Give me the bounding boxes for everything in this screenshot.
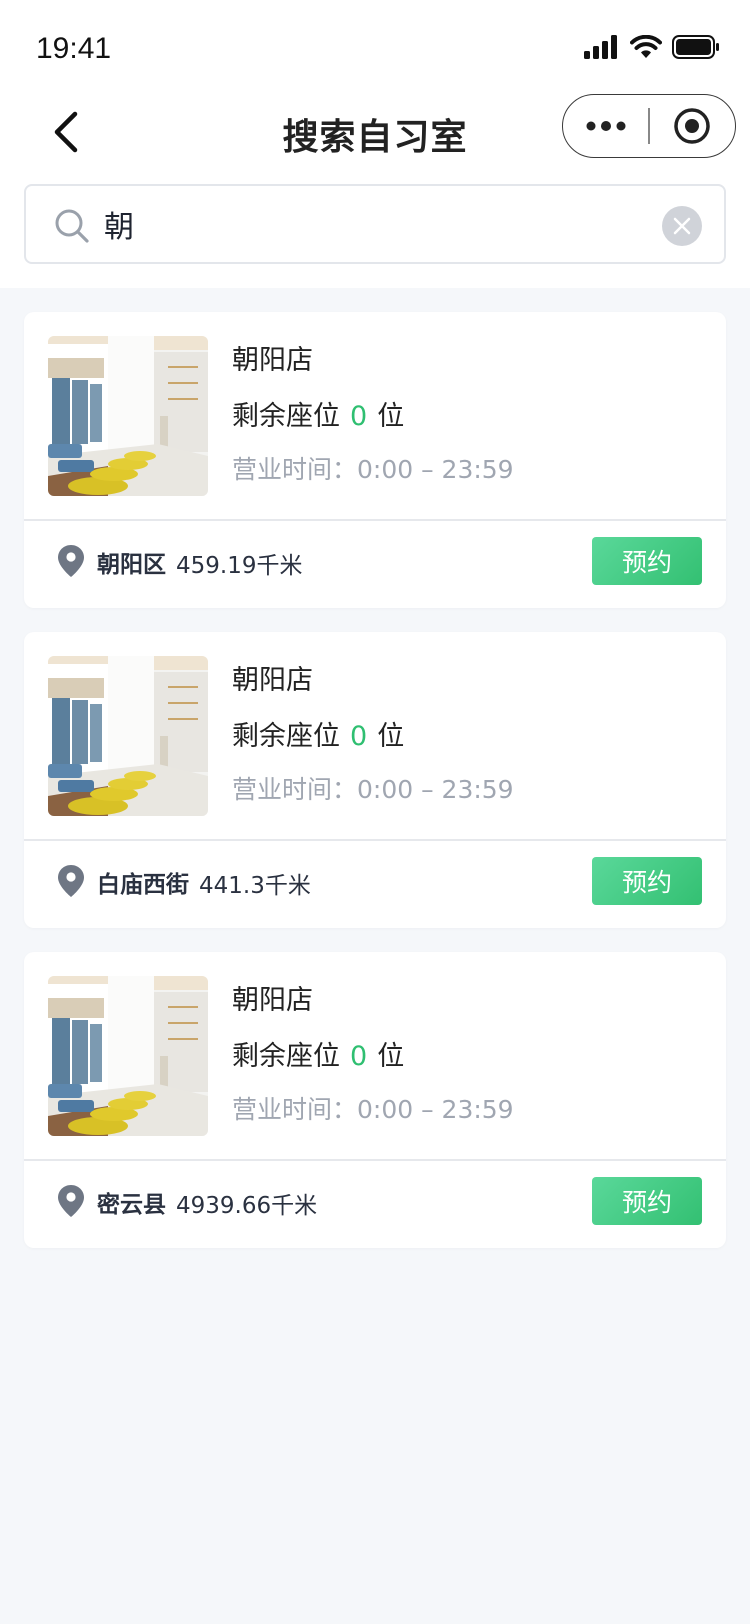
business-hours: 营业时间：0:00 – 23:59 [232, 1095, 514, 1124]
nav-bar: 搜索自习室 [0, 90, 750, 174]
status-bar: 19:41 [0, 0, 750, 90]
study-room-photo [48, 656, 208, 816]
seats-unit: 位 [377, 1041, 405, 1072]
remaining-seats: 剩余座位 0 位 [232, 394, 404, 433]
study-room-card[interactable]: 朝阳店 剩余座位 0 位 营业时间：0:00 – 23:59 白庙西街 441.3千… [24, 632, 726, 928]
book-button[interactable]: 预约 [592, 857, 702, 905]
seats-count: 0 [350, 1041, 368, 1072]
remaining-seats: 剩余座位 0 位 [232, 1034, 404, 1073]
distance: 4939.66千米 [176, 1193, 318, 1219]
study-room-card[interactable]: 朝阳店 剩余座位 0 位 营业时间：0:00 – 23:59 朝阳区 459.19千… [24, 312, 726, 608]
study-room-image [48, 976, 208, 1136]
district-name: 朝阳区 [97, 552, 166, 578]
store-name: 朝阳店 [232, 985, 313, 1016]
location-pin-icon [58, 865, 84, 897]
seats-label: 剩余座位 [232, 401, 340, 432]
seats-unit: 位 [377, 401, 405, 432]
more-button[interactable] [563, 95, 648, 157]
more-dots-icon [586, 121, 626, 131]
location-pin-icon [58, 545, 84, 577]
result-list: 朝阳店 剩余座位 0 位 营业时间：0:00 – 23:59 朝阳区 459.19千… [24, 312, 726, 1272]
search-box [24, 184, 726, 264]
study-room-card[interactable]: 朝阳店 剩余座位 0 位 营业时间：0:00 – 23:59 密云县 4939.66… [24, 952, 726, 1248]
store-name: 朝阳店 [232, 345, 313, 376]
remaining-seats: 剩余座位 0 位 [232, 714, 404, 753]
card-info: 朝阳店 剩余座位 0 位 营业时间：0:00 – 23:59 [24, 632, 726, 839]
distance: 459.19千米 [176, 553, 303, 579]
close-program-button[interactable] [650, 95, 735, 157]
seats-label: 剩余座位 [232, 721, 340, 752]
book-button[interactable]: 预约 [592, 1177, 702, 1225]
seats-count: 0 [350, 721, 368, 752]
book-button[interactable]: 预约 [592, 537, 702, 585]
header-area: 19:41 搜索自习室 [0, 0, 750, 288]
business-hours: 营业时间：0:00 – 23:59 [232, 775, 514, 804]
study-room-photo [48, 976, 208, 1136]
search-icon [55, 209, 89, 243]
district-name: 密云县 [97, 1192, 166, 1218]
status-time: 19:41 [36, 32, 112, 65]
seats-count: 0 [350, 401, 368, 432]
card-footer: 密云县 4939.66千米 预约 [24, 1161, 726, 1248]
status-icons [584, 34, 720, 60]
study-room-image [48, 656, 208, 816]
target-icon [674, 108, 711, 144]
location-pin-icon [58, 1185, 84, 1217]
wifi-icon [630, 35, 662, 58]
study-room-image [48, 336, 208, 496]
signal-icon [584, 35, 617, 59]
card-footer: 白庙西街 441.3千米 预约 [24, 841, 726, 928]
business-hours: 营业时间：0:00 – 23:59 [232, 455, 514, 484]
seats-unit: 位 [377, 721, 405, 752]
card-info: 朝阳店 剩余座位 0 位 营业时间：0:00 – 23:59 [24, 312, 726, 519]
mini-program-capsule [562, 94, 736, 158]
card-info: 朝阳店 剩余座位 0 位 营业时间：0:00 – 23:59 [24, 952, 726, 1159]
clear-search-button[interactable] [662, 206, 702, 246]
store-name: 朝阳店 [232, 665, 313, 696]
card-footer: 朝阳区 459.19千米 预约 [24, 521, 726, 608]
distance: 441.3千米 [199, 873, 311, 899]
district-name: 白庙西街 [97, 872, 189, 898]
seats-label: 剩余座位 [232, 1041, 340, 1072]
close-icon [673, 217, 691, 235]
search-input[interactable] [104, 198, 644, 250]
study-room-photo [48, 336, 208, 496]
battery-icon [672, 35, 719, 59]
